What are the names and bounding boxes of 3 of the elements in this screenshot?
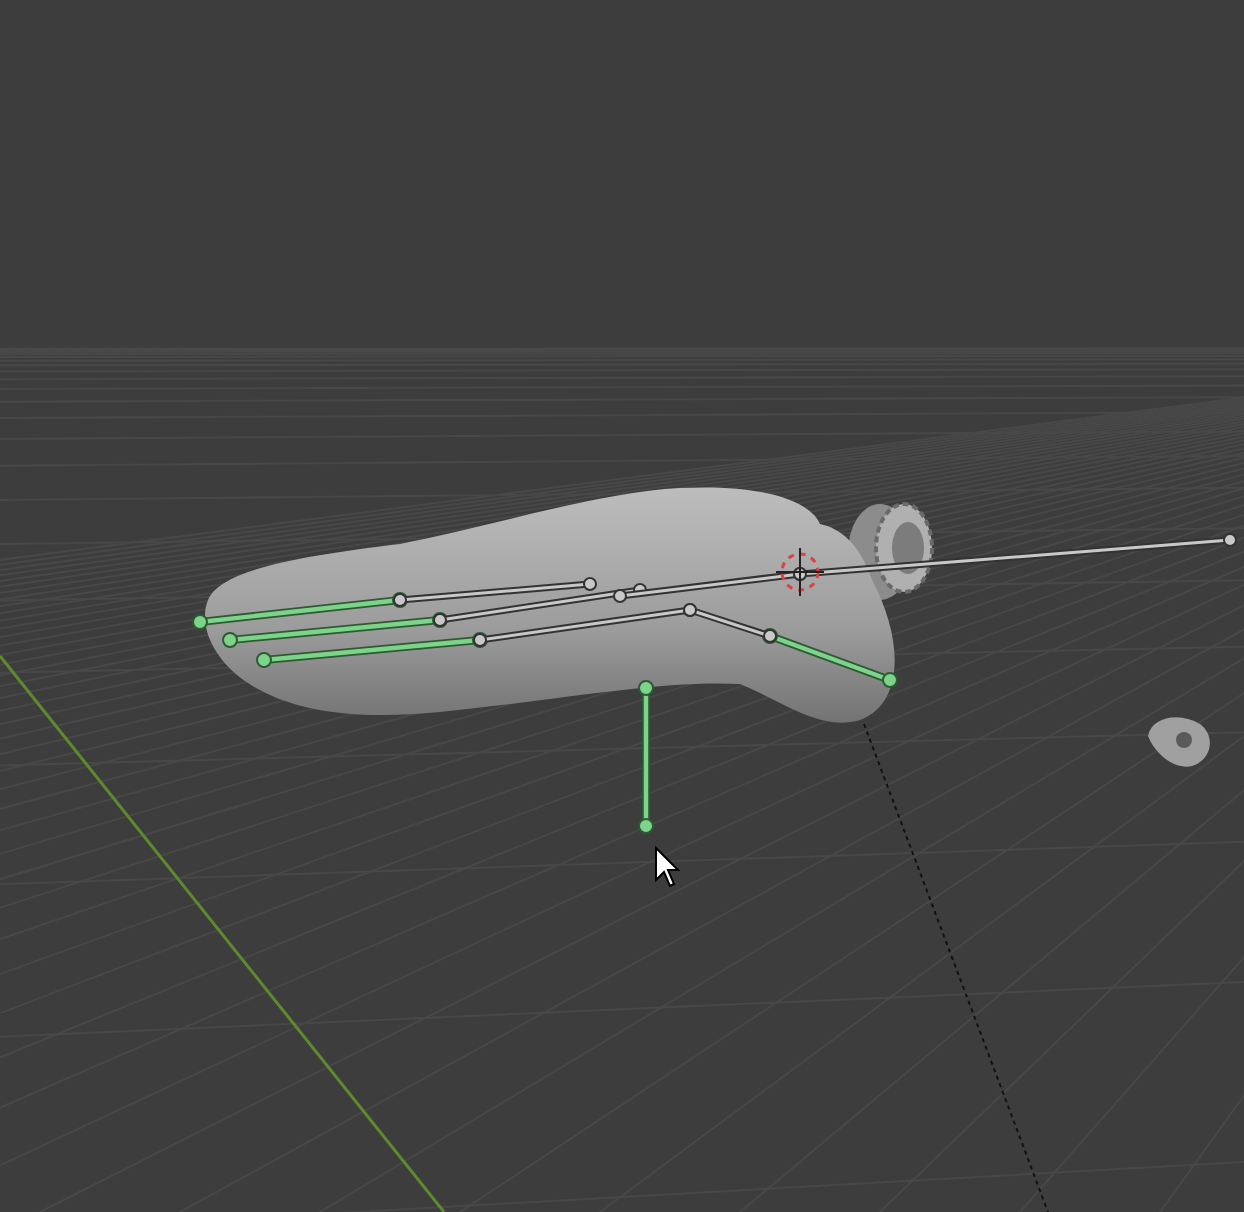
3d-cursor-icon xyxy=(775,547,825,597)
small-object-drawing xyxy=(1148,717,1210,767)
mouse-cursor-icon xyxy=(655,845,681,888)
